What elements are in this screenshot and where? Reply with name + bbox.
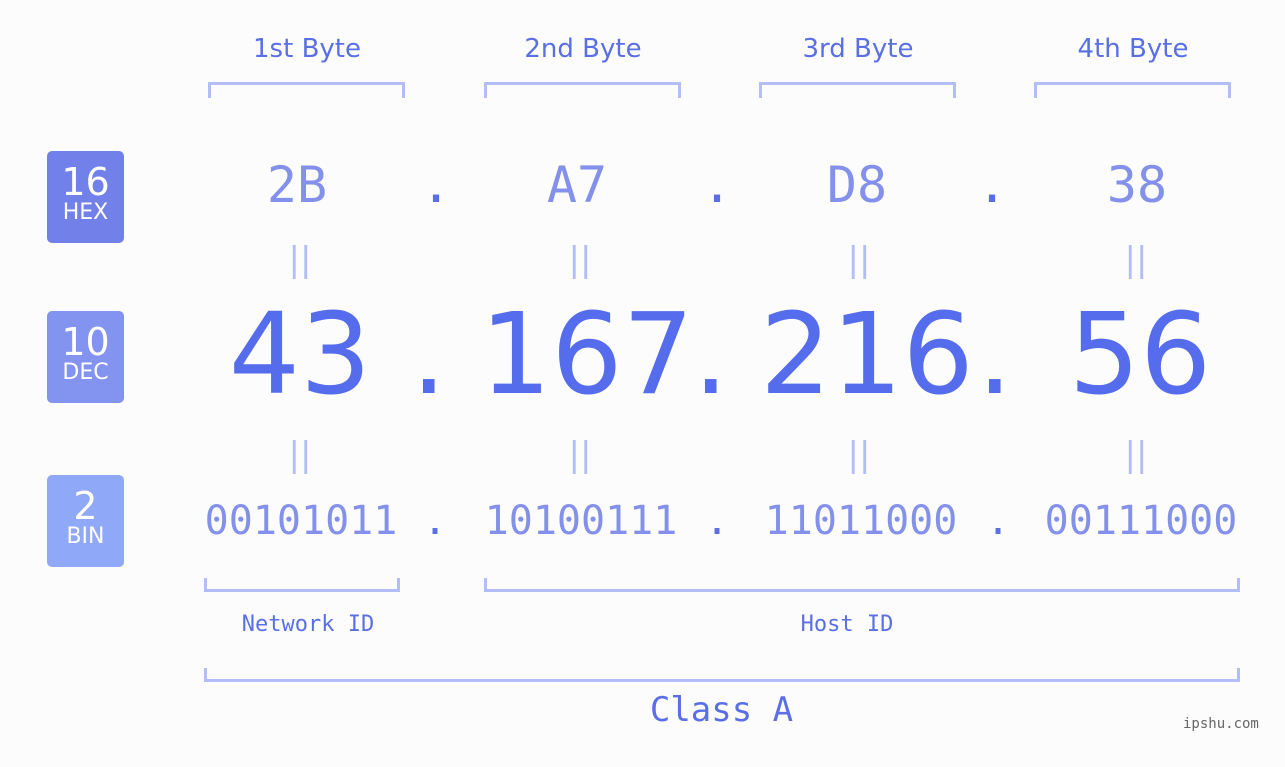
byte-bracket-3 (759, 82, 956, 98)
host-id-label: Host ID (800, 612, 894, 637)
bin-base-label: BIN (66, 524, 105, 549)
byte-bracket-1 (208, 82, 405, 98)
equals-dec-bin-2: || (568, 435, 592, 475)
class-bracket (204, 668, 1240, 682)
bin-separator-1: . (423, 498, 448, 544)
hex-base-number: 16 (61, 160, 110, 204)
watermark: ipshu.com (1183, 716, 1259, 732)
equals-dec-bin-1: || (288, 435, 312, 475)
byte-label-2: 2nd Byte (524, 34, 642, 64)
dec-base-label: DEC (62, 360, 109, 385)
bin-separator-3: . (986, 498, 1011, 544)
class-label: Class A (649, 690, 794, 730)
bin-byte-1: 00101011 (204, 498, 398, 544)
host-id-bracket (484, 578, 1240, 592)
equals-dec-bin-3: || (847, 435, 871, 475)
bin-separator-2: . (705, 498, 730, 544)
hex-separator-1: . (421, 156, 452, 214)
network-id-label: Network ID (241, 612, 375, 637)
byte-label-3: 3rd Byte (802, 34, 914, 64)
dec-separator-3: . (977, 290, 1013, 420)
hex-byte-4: 38 (1106, 156, 1168, 214)
bin-badge: 2 BIN (47, 475, 124, 567)
bin-byte-2: 10100111 (484, 498, 678, 544)
hex-byte-1: 2B (266, 156, 328, 214)
dec-separator-1: . (411, 290, 447, 420)
hex-badge: 16 HEX (47, 151, 124, 243)
dec-byte-4: 56 (1068, 290, 1212, 420)
hex-base-label: HEX (62, 200, 109, 225)
bin-byte-4: 00111000 (1044, 498, 1238, 544)
byte-bracket-4 (1034, 82, 1231, 98)
dec-separator-2: . (693, 290, 729, 420)
dec-byte-2: 167 (480, 290, 694, 420)
equals-dec-bin-4: || (1124, 435, 1148, 475)
equals-hex-dec-4: || (1124, 240, 1148, 280)
equals-hex-dec-1: || (288, 240, 312, 280)
hex-separator-3: . (977, 156, 1008, 214)
dec-byte-3: 216 (760, 290, 974, 420)
byte-label-1: 1st Byte (253, 34, 361, 64)
hex-byte-3: D8 (826, 156, 888, 214)
bin-base-number: 2 (73, 484, 98, 528)
equals-hex-dec-2: || (568, 240, 592, 280)
hex-separator-2: . (702, 156, 733, 214)
hex-byte-2: A7 (546, 156, 608, 214)
equals-hex-dec-3: || (847, 240, 871, 280)
network-id-bracket (204, 578, 400, 592)
bin-byte-3: 11011000 (764, 498, 958, 544)
byte-bracket-2 (484, 82, 681, 98)
dec-byte-1: 43 (228, 290, 372, 420)
byte-label-4: 4th Byte (1077, 34, 1189, 64)
dec-badge: 10 DEC (47, 311, 124, 403)
dec-base-number: 10 (61, 320, 110, 364)
